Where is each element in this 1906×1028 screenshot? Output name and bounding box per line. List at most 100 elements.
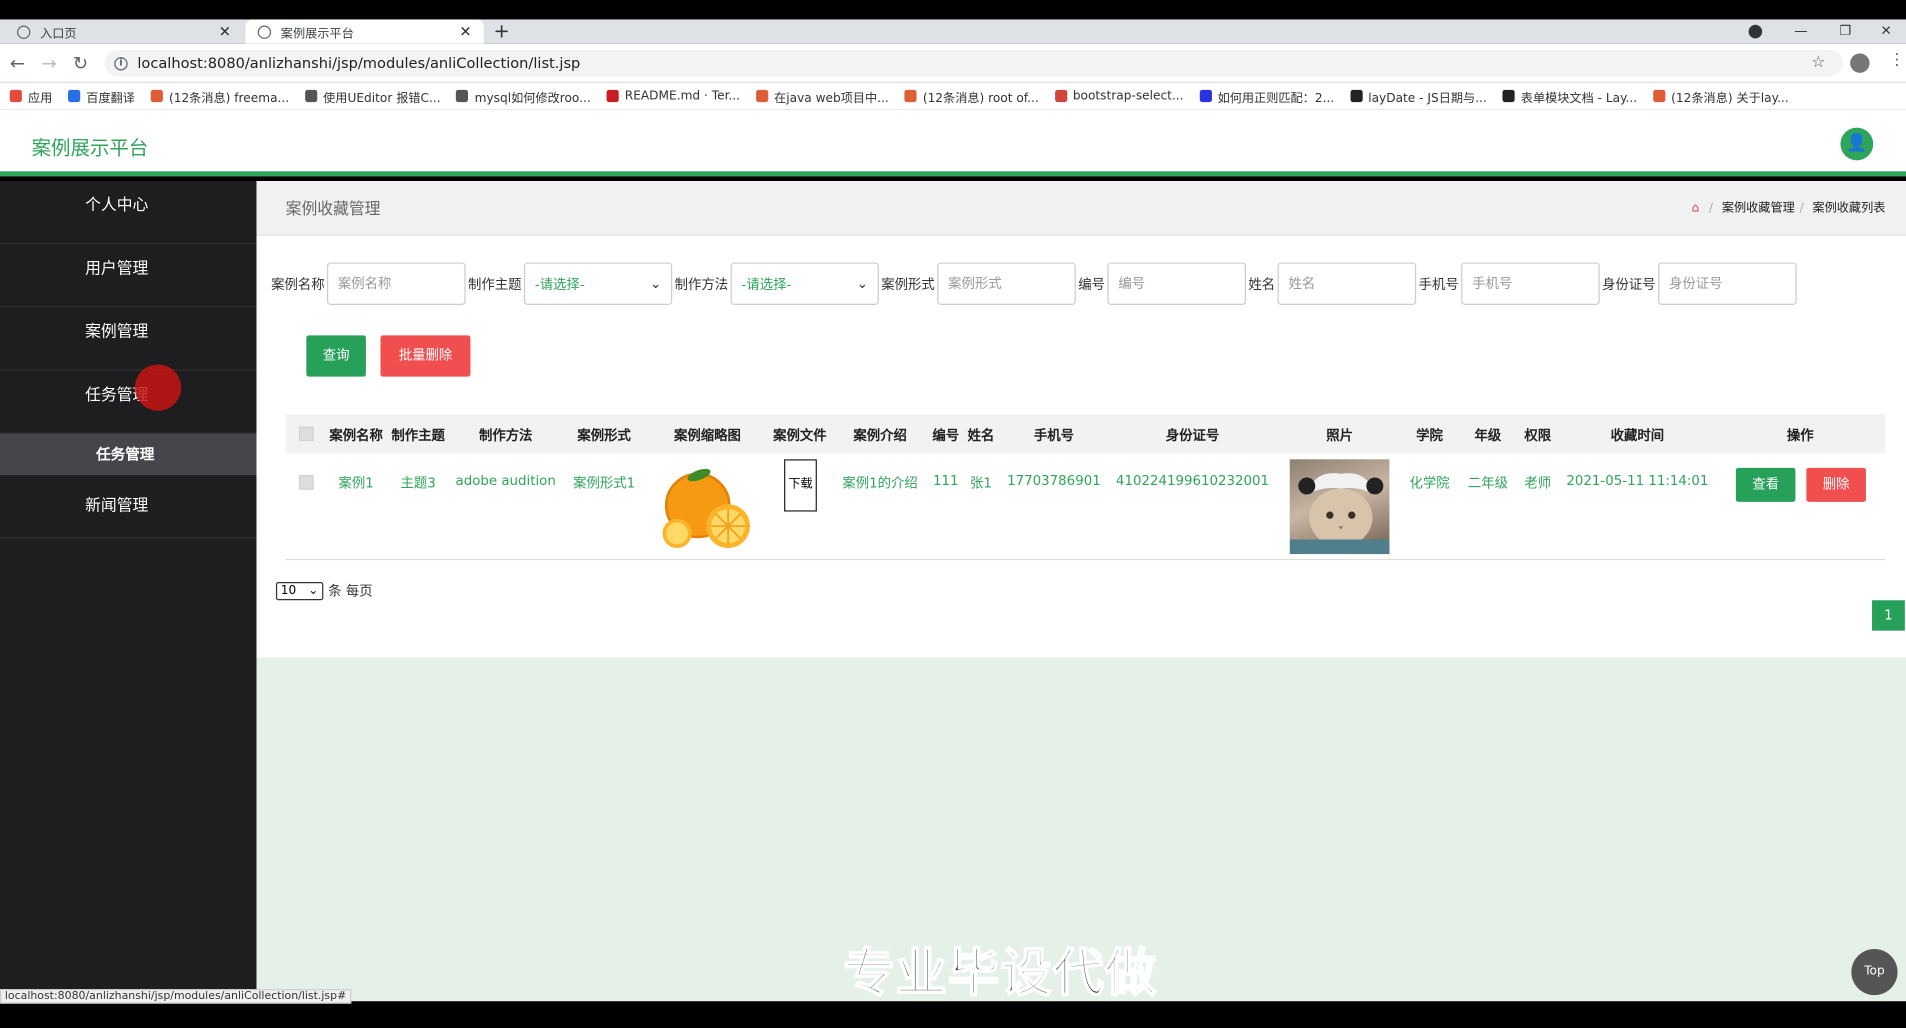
cell-role: 老师 — [1524, 475, 1552, 491]
bookmark-item[interactable]: (12条消息) root of... — [904, 87, 1039, 105]
more-menu-icon[interactable]: ⋮ — [1889, 51, 1905, 69]
bookmark-item[interactable]: 表单模块文档 - Lay... — [1502, 87, 1638, 106]
case-form-input[interactable] — [937, 262, 1076, 305]
close-tab-icon[interactable]: ✕ — [219, 23, 231, 40]
method-select[interactable]: -请选择- ⌄ — [730, 262, 879, 305]
bookmark-label: layDate - JS日期与... — [1368, 91, 1487, 106]
col-header: 操作 — [1786, 427, 1814, 444]
sidebar-item-news[interactable]: 新闻管理 — [0, 475, 257, 539]
csdn-icon — [755, 89, 769, 103]
field-label: 姓名 — [1248, 276, 1276, 293]
bookmark-item[interactable]: (12条消息) freema... — [150, 87, 290, 106]
cell-id-card: 410224199610232001 — [1115, 472, 1270, 489]
sidebar: 个人中心 用户管理 案例管理 任务管理 任务管理 新闻管理 — [0, 181, 257, 1002]
page-size-select[interactable]: 10 ⌄ — [275, 581, 324, 600]
theme-select[interactable]: -请选择- ⌄ — [523, 262, 673, 305]
url-bar[interactable]: i localhost:8080/anlizhanshi/jsp/modules… — [104, 49, 1843, 77]
close-tab-icon[interactable]: ✕ — [459, 23, 471, 40]
screen: 入口页 ✕ 案例展示平台 ✕ + ⬤ — ❐ ✕ ← → ↻ i localho… — [0, 0, 1906, 1028]
cell-theme: 主题3 — [400, 475, 436, 491]
layui-icon — [1502, 89, 1515, 103]
col-header: 案例名称 — [329, 427, 383, 444]
restore-icon[interactable]: ❐ — [1839, 19, 1851, 43]
new-tab-button[interactable]: + — [494, 19, 510, 43]
cell-method: adobe audition — [455, 472, 556, 489]
account-icon[interactable] — [1850, 53, 1870, 73]
bookmark-item[interactable]: bootstrap-select... — [1054, 89, 1184, 103]
field-label: 手机号 — [1418, 276, 1459, 293]
url-text: localhost:8080/anlizhanshi/jsp/modules/a… — [137, 54, 581, 72]
bookmark-item[interactable]: layDate - JS日期与... — [1349, 87, 1487, 106]
batch-delete-button[interactable]: 批量删除 — [380, 335, 471, 377]
name-input[interactable] — [1277, 262, 1417, 305]
bookmark-item[interactable]: 如何用正则匹配：2... — [1199, 87, 1334, 105]
col-header: 照片 — [1326, 427, 1353, 444]
field-label: 案例名称 — [271, 276, 325, 293]
number-input[interactable] — [1107, 262, 1246, 305]
sidebar-item-profile[interactable]: 个人中心 — [0, 181, 257, 245]
col-header: 案例形式 — [577, 427, 631, 444]
chevron-down-icon: ⌄ — [308, 583, 319, 598]
back-icon[interactable]: ← — [10, 51, 25, 75]
bookmark-item[interactable]: 应用 — [9, 87, 53, 106]
user-avatar-icon[interactable]: 👤 — [1840, 127, 1874, 161]
link-icon — [304, 89, 318, 103]
info-icon[interactable]: i — [114, 56, 128, 70]
breadcrumb: ⌂ / 案例收藏管理 / 案例收藏列表 — [1691, 201, 1886, 216]
profile-menu-icon[interactable]: ⬤ — [1748, 19, 1763, 43]
sidebar-item-tasks[interactable]: 任务管理 — [0, 371, 257, 434]
delete-button[interactable]: 删除 — [1806, 467, 1866, 502]
bookmark-item[interactable]: mysql如何修改roo... — [456, 87, 591, 105]
breadcrumb-item[interactable]: 案例收藏管理 — [1722, 202, 1795, 215]
download-link[interactable]: 下载 — [784, 459, 817, 512]
col-header: 案例缩略图 — [674, 427, 741, 444]
sidebar-item-cases[interactable]: 案例管理 — [0, 307, 257, 371]
phone-input[interactable] — [1461, 262, 1600, 305]
case-name-input[interactable] — [326, 262, 466, 305]
col-header: 案例介绍 — [853, 427, 907, 444]
row-checkbox[interactable] — [299, 475, 314, 490]
bookmark-item[interactable]: README.md · Ter... — [606, 89, 740, 103]
cell-case-name: 案例1 — [338, 475, 374, 491]
cell-form: 案例形式1 — [573, 475, 636, 491]
globe-icon — [257, 24, 272, 39]
bookmark-label: 表单模块文档 - Lay... — [1520, 91, 1638, 106]
sidebar-item-users[interactable]: 用户管理 — [0, 244, 257, 308]
browser-tab-entry[interactable]: 入口页 ✕ — [5, 19, 243, 43]
bookmark-item[interactable]: 百度翻译 — [68, 87, 135, 105]
select-value: -请选择- — [534, 276, 585, 293]
id-card-input[interactable] — [1658, 262, 1797, 305]
minimize-icon[interactable]: — — [1794, 19, 1807, 43]
select-all-checkbox[interactable] — [299, 426, 314, 442]
browser-tab-active[interactable]: 案例展示平台 ✕ — [245, 19, 484, 44]
home-icon[interactable]: ⌂ — [1692, 202, 1700, 215]
csdn-icon — [150, 89, 163, 103]
col-header: 制作方法 — [478, 427, 533, 444]
bookmark-item[interactable]: 使用UEditor 报错C... — [304, 87, 441, 105]
bookmark-item[interactable]: 在java web项目中... — [755, 87, 889, 105]
view-button[interactable]: 查看 — [1735, 467, 1796, 502]
cell-phone: 17703786901 — [1007, 472, 1101, 489]
query-button[interactable]: 查询 — [306, 335, 366, 377]
app-header: 案例展示平台 👤 — [0, 109, 1906, 177]
bookmark-star-icon[interactable]: ☆ — [1811, 53, 1825, 71]
bookmark-label: 应用 — [27, 91, 53, 106]
data-table: 案例名称 制作主题 制作方法 案例形式 案例缩略图 案例文件 案例介绍 编号 姓… — [285, 414, 1886, 561]
back-to-top-button[interactable]: Top — [1851, 948, 1898, 996]
field-label: 身份证号 — [1602, 276, 1656, 293]
sidebar-subitem-tasks[interactable]: 任务管理 — [0, 433, 257, 476]
col-header: 姓名 — [967, 427, 995, 444]
bookmark-label: (12条消息) 关于lay... — [1671, 91, 1789, 106]
baidu-paw-icon — [1199, 89, 1212, 103]
gitee-icon — [606, 89, 619, 103]
chevron-down-icon: ⌄ — [650, 275, 662, 292]
chevron-down-icon: ⌄ — [856, 275, 868, 292]
forward-icon[interactable]: → — [41, 51, 56, 75]
brand-title[interactable]: 案例展示平台 — [32, 131, 149, 160]
cell-intro: 案例1的介绍 — [842, 475, 918, 491]
bookmark-label: (12条消息) freema... — [168, 91, 290, 106]
page-button-1[interactable]: 1 — [1872, 600, 1905, 631]
reload-icon[interactable]: ↻ — [73, 51, 88, 75]
bookmark-item[interactable]: (12条消息) 关于lay... — [1652, 87, 1789, 106]
close-window-icon[interactable]: ✕ — [1881, 19, 1892, 43]
